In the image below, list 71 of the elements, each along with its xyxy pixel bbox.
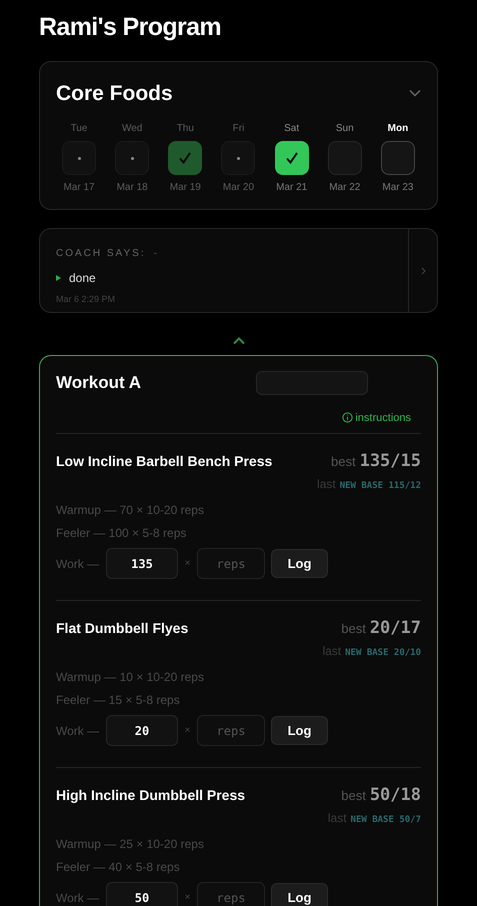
reps-field[interactable]: reps (197, 715, 265, 746)
chevron-right-icon[interactable] (420, 266, 426, 274)
day-checkbox[interactable] (221, 141, 256, 175)
day-date: Mar 22 (329, 181, 360, 195)
day-label: Tue (70, 122, 88, 136)
day-label: Sat (284, 122, 300, 136)
page-title: Rami's Program (39, 12, 222, 43)
work-label: Work — (56, 556, 100, 572)
times-sign: × (184, 557, 192, 571)
separator-text: - (154, 247, 157, 261)
day-label: Mon (388, 122, 408, 136)
reps-field[interactable]: reps (197, 548, 265, 579)
chevron-icon[interactable] (409, 89, 421, 98)
chevron-up-icon[interactable] (232, 337, 244, 345)
day-label: Thu (176, 122, 194, 136)
warmup-text: Warmup — 25 × 10-20 reps (56, 836, 205, 853)
day-date: Mar 23 (382, 181, 414, 195)
day-label: Fri (232, 122, 244, 136)
input-field[interactable] (256, 370, 368, 395)
best-label: best (331, 453, 356, 471)
last-value: NEW BASE 115/12 (340, 480, 421, 492)
day-date: Mar 21 (276, 181, 308, 195)
info-icon (342, 412, 354, 424)
instructions-link[interactable]: instructions (342, 410, 411, 426)
log-button[interactable]: Log (271, 716, 328, 745)
day-label: Wed (122, 122, 142, 136)
day-checkbox[interactable] (274, 141, 309, 175)
feeler-text: Feeler — 40 × 5-8 reps (56, 859, 181, 876)
best-value: 20/17 (370, 617, 421, 640)
best-value: 135/15 (360, 450, 421, 473)
best-label: best (341, 787, 366, 805)
workout-title: Workout A (56, 372, 142, 394)
last-value: NEW BASE 20/10 (345, 646, 421, 660)
warmup-text: Warmup — 70 × 10-20 reps (56, 502, 205, 519)
log-button[interactable]: Log (271, 549, 328, 578)
times-sign: × (184, 724, 192, 738)
warmup-text: Warmup — 10 × 10-20 reps (56, 669, 205, 686)
triangle-icon (56, 275, 61, 281)
day-date: Mar 17 (63, 181, 95, 195)
times-sign: × (184, 891, 192, 905)
feeler-text: Feeler — 100 × 5-8 reps (56, 525, 188, 542)
day-date: Mar 20 (222, 181, 254, 195)
coach-label: COACH SAYS: (56, 247, 146, 261)
feeler-text: Feeler — 15 × 5-8 reps (56, 692, 181, 709)
weight-field[interactable]: 135 (106, 548, 178, 579)
weight-field[interactable]: 50 (106, 882, 178, 906)
work-label: Work — (56, 890, 100, 906)
day-label: Sun (336, 122, 354, 136)
check-icon (284, 150, 300, 166)
day-checkbox[interactable] (62, 141, 96, 175)
work-label: Work — (56, 722, 100, 740)
last-value: NEW BASE 50/7 (350, 814, 421, 826)
message-time: Mar 6 2:29 PM (56, 293, 116, 306)
log-button[interactable]: Log (271, 883, 328, 906)
day-checkbox[interactable] (328, 141, 362, 175)
exercise-name: Flat Dumbbell Flyes (56, 619, 188, 638)
coach-card[interactable]: COACH SAYS: - done Mar 6 2:29 PM (39, 228, 438, 313)
check-icon (177, 150, 194, 166)
exercise-name: High Incline Dumbbell Press (56, 786, 246, 805)
weight-field[interactable]: 20 (106, 715, 178, 746)
day-date: Mar 18 (116, 181, 148, 195)
reps-field[interactable]: reps (197, 882, 265, 906)
best-value: 50/18 (370, 784, 421, 807)
card-title: Core Foods (56, 80, 173, 106)
best-label: best (341, 620, 366, 638)
coach-message: done (69, 270, 96, 287)
day-checkbox[interactable] (115, 141, 150, 175)
day-checkbox[interactable] (380, 141, 415, 175)
day-date: Mar 19 (170, 181, 201, 195)
day-checkbox[interactable] (168, 141, 202, 175)
exercise-name: Low Incline Barbell Bench Press (56, 452, 272, 471)
